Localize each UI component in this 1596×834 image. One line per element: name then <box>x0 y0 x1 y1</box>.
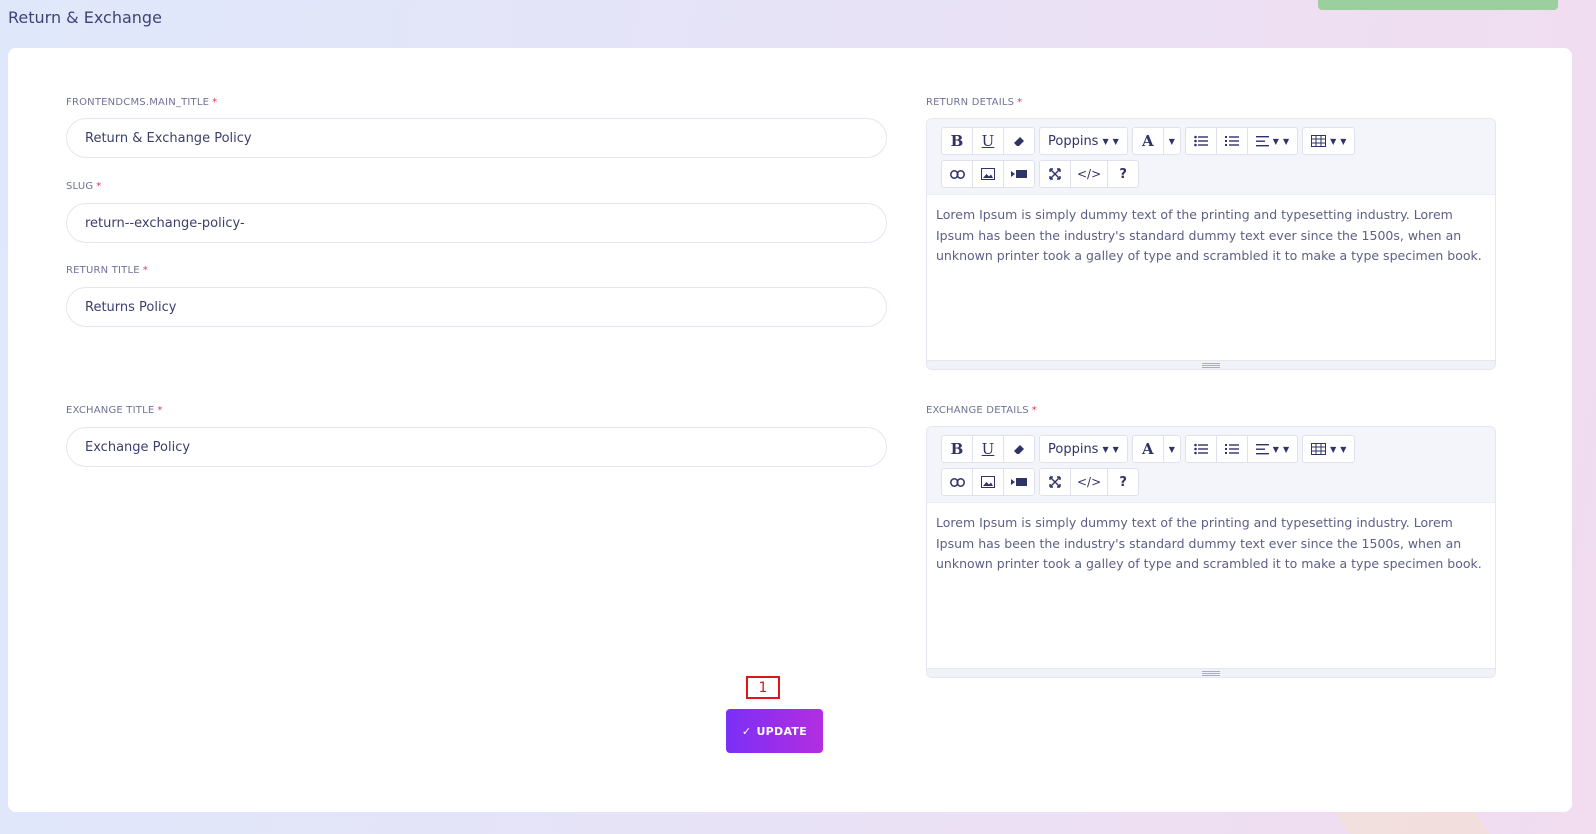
chevron-down-icon[interactable]: ▼ <box>1162 127 1181 155</box>
form-card: FRONTENDCMS.MAIN_TITLE* SLUG* RETURN TIT… <box>8 48 1572 812</box>
underline-button[interactable]: U <box>972 435 1004 463</box>
exchange-details-content[interactable]: Lorem Ipsum is simply dummy text of the … <box>927 503 1495 667</box>
font-family-dropdown[interactable]: Poppins ▼ ▼ <box>1039 127 1128 155</box>
bold-button[interactable]: B <box>941 435 973 463</box>
bold-button[interactable]: B <box>941 127 973 155</box>
table-icon[interactable]: ▼ ▼ <box>1302 435 1356 463</box>
ordered-list-icon[interactable] <box>1215 127 1248 155</box>
table-icon[interactable]: ▼ ▼ <box>1302 127 1356 155</box>
code-view-button[interactable]: </> <box>1070 160 1109 188</box>
page-title: Return & Exchange <box>8 8 162 27</box>
link-icon[interactable] <box>941 160 973 188</box>
exchange-details-label: EXCHANGE DETAILS * <box>926 405 1037 416</box>
help-button[interactable]: ? <box>1107 468 1140 496</box>
image-icon[interactable] <box>972 468 1004 496</box>
exchange-title-label: EXCHANGE TITLE * <box>66 405 163 416</box>
image-icon[interactable] <box>972 160 1004 188</box>
top-accent-bar <box>1318 0 1558 10</box>
font-color-button[interactable]: A <box>1131 127 1164 155</box>
editor-toolbar: B U Poppins ▼ ▼ A ▼ ▼ ▼ ▼ ▼ </> ? <box>927 427 1495 503</box>
eraser-icon[interactable] <box>1003 127 1035 155</box>
fullscreen-icon[interactable] <box>1039 160 1071 188</box>
editor-toolbar: B U Poppins ▼ ▼ A ▼ ▼ ▼ ▼ ▼ </> ? <box>927 119 1495 195</box>
editor-resize-handle[interactable] <box>927 668 1495 677</box>
grip-icon <box>1202 362 1220 368</box>
return-details-content[interactable]: Lorem Ipsum is simply dummy text of the … <box>927 195 1495 359</box>
ordered-list-icon[interactable] <box>1215 435 1248 463</box>
paragraph-align-dropdown[interactable]: ▼ ▼ <box>1246 127 1299 155</box>
font-family-dropdown[interactable]: Poppins ▼ ▼ <box>1039 435 1128 463</box>
paragraph-align-dropdown[interactable]: ▼ ▼ <box>1246 435 1299 463</box>
code-view-button[interactable]: </> <box>1070 468 1109 496</box>
font-color-button[interactable]: A <box>1131 435 1164 463</box>
help-button[interactable]: ? <box>1107 160 1140 188</box>
check-icon: ✓ <box>741 724 752 738</box>
return-title-input[interactable] <box>66 287 887 327</box>
video-icon[interactable] <box>1003 160 1035 188</box>
return-details-label: RETURN DETAILS * <box>926 97 1023 108</box>
video-icon[interactable] <box>1003 468 1035 496</box>
chevron-down-icon[interactable]: ▼ <box>1162 435 1181 463</box>
unordered-list-icon[interactable] <box>1184 127 1217 155</box>
grip-icon <box>1202 670 1220 676</box>
underline-button[interactable]: U <box>972 127 1004 155</box>
annotation-marker: 1 <box>746 676 780 699</box>
main-title-label: FRONTENDCMS.MAIN_TITLE * <box>66 97 218 108</box>
return-title-label: RETURN TITLE * <box>66 265 148 276</box>
exchange-details-editor: B U Poppins ▼ ▼ A ▼ ▼ ▼ ▼ ▼ </> ? Lorem … <box>926 426 1496 678</box>
fullscreen-icon[interactable] <box>1039 468 1071 496</box>
editor-resize-handle[interactable] <box>927 360 1495 369</box>
slug-label: SLUG * <box>66 181 102 192</box>
update-button-label: UPDATE <box>756 724 808 738</box>
main-title-input[interactable] <box>66 118 887 158</box>
update-button[interactable]: ✓ UPDATE <box>726 709 823 753</box>
eraser-icon[interactable] <box>1003 435 1035 463</box>
unordered-list-icon[interactable] <box>1184 435 1217 463</box>
return-details-editor: B U Poppins ▼ ▼ A ▼ ▼ ▼ ▼ ▼ </> ? Lorem … <box>926 118 1496 370</box>
exchange-title-input[interactable] <box>66 427 887 467</box>
slug-input[interactable] <box>66 203 887 243</box>
link-icon[interactable] <box>941 468 973 496</box>
